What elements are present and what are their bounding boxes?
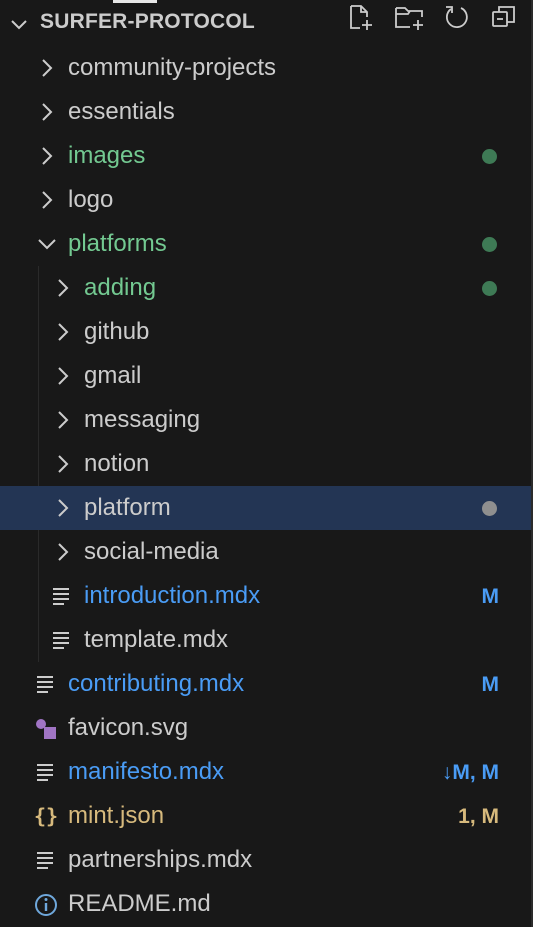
git-status-badge: 1, M <box>458 805 499 828</box>
chevron-right-icon[interactable] <box>52 497 74 519</box>
file-name: introduction.mdx <box>84 582 261 609</box>
folder-name: community-projects <box>68 54 277 81</box>
folder-name: messaging <box>84 406 201 433</box>
json-file-icon: {} <box>34 804 58 828</box>
file-lines-icon <box>34 761 56 783</box>
file-name: partnerships.mdx <box>68 846 253 873</box>
folder-name: social-media <box>84 538 219 565</box>
chevron-right-icon[interactable] <box>52 409 74 431</box>
tree-folder-row[interactable]: platforms <box>0 222 531 266</box>
chevron-right-icon[interactable] <box>52 453 74 475</box>
folder-name: adding <box>84 274 157 301</box>
chevron-right-icon[interactable] <box>36 101 58 123</box>
git-status-dot <box>482 501 497 516</box>
tree-folder-row[interactable]: essentials <box>0 90 531 134</box>
folder-name: platform <box>84 494 171 521</box>
git-status-badge: ↓M, M <box>441 761 499 784</box>
chevron-right-icon[interactable] <box>52 541 74 563</box>
explorer-panel: SURFER-PROTOCOL community-projects essen… <box>0 0 533 927</box>
tree-file-row[interactable]: favicon.svg <box>0 706 531 750</box>
info-icon <box>34 893 57 916</box>
tree-folder-row[interactable]: github <box>0 310 531 354</box>
explorer-section-header[interactable]: SURFER-PROTOCOL <box>0 0 531 46</box>
file-name: template.mdx <box>84 626 229 653</box>
tree-file-row[interactable]: contributing.mdx M <box>0 662 531 706</box>
chevron-down-icon[interactable] <box>36 233 58 255</box>
folder-name: platforms <box>68 230 167 257</box>
file-name: manifesto.mdx <box>68 758 225 785</box>
chevron-right-icon[interactable] <box>52 277 74 299</box>
refresh-button[interactable] <box>439 0 473 34</box>
chevron-right-icon[interactable] <box>52 321 74 343</box>
tree-file-row[interactable]: template.mdx <box>0 618 531 662</box>
file-name: favicon.svg <box>68 714 189 741</box>
file-lines-icon <box>50 629 72 651</box>
chevron-down-icon[interactable] <box>8 13 30 35</box>
tree-folder-row[interactable]: logo <box>0 178 531 222</box>
new-file-button[interactable] <box>343 0 377 34</box>
file-name: contributing.mdx <box>68 670 245 697</box>
tree-file-row[interactable]: introduction.mdx M <box>0 574 531 618</box>
chevron-right-icon[interactable] <box>36 145 58 167</box>
chevron-right-icon[interactable] <box>36 189 58 211</box>
git-status-dot <box>482 237 497 252</box>
tree-file-row[interactable]: {} mint.json 1, M <box>0 794 531 838</box>
file-name: README.md <box>68 890 211 917</box>
workspace-title: SURFER-PROTOCOL <box>40 10 255 33</box>
tree-folder-row[interactable]: community-projects <box>0 46 531 90</box>
git-status-badge: M <box>481 585 500 608</box>
tree-folder-row[interactable]: images <box>0 134 531 178</box>
folder-name: images <box>68 142 146 169</box>
file-lines-icon <box>50 585 72 607</box>
folder-name: essentials <box>68 98 175 125</box>
git-status-dot <box>482 149 497 164</box>
chevron-right-icon[interactable] <box>36 57 58 79</box>
tree-folder-row[interactable]: adding <box>0 266 531 310</box>
chevron-right-icon[interactable] <box>52 365 74 387</box>
git-status-badge: M <box>481 673 500 696</box>
svg-text:{}: {} <box>34 805 58 827</box>
collapse-all-button[interactable] <box>487 0 521 34</box>
tree-folder-row[interactable]: gmail <box>0 354 531 398</box>
folder-name: notion <box>84 450 150 477</box>
tree-file-row[interactable]: README.md <box>0 882 531 926</box>
file-lines-icon <box>34 849 56 871</box>
folder-name: gmail <box>84 362 142 389</box>
file-name: mint.json <box>68 802 165 829</box>
tree-file-row[interactable]: manifesto.mdx ↓M, M <box>0 750 531 794</box>
git-status-dot <box>482 281 497 296</box>
file-lines-icon <box>34 673 56 695</box>
tree-folder-row[interactable]: social-media <box>0 530 531 574</box>
tree-folder-row[interactable]: messaging <box>0 398 531 442</box>
svg-file-icon <box>34 717 56 739</box>
tree-folder-row[interactable]: platform <box>0 486 531 530</box>
folder-name: github <box>84 318 150 345</box>
new-folder-button[interactable] <box>391 0 425 34</box>
tree-file-row[interactable]: partnerships.mdx <box>0 838 531 882</box>
folder-name: logo <box>68 186 114 213</box>
tree-folder-row[interactable]: notion <box>0 442 531 486</box>
